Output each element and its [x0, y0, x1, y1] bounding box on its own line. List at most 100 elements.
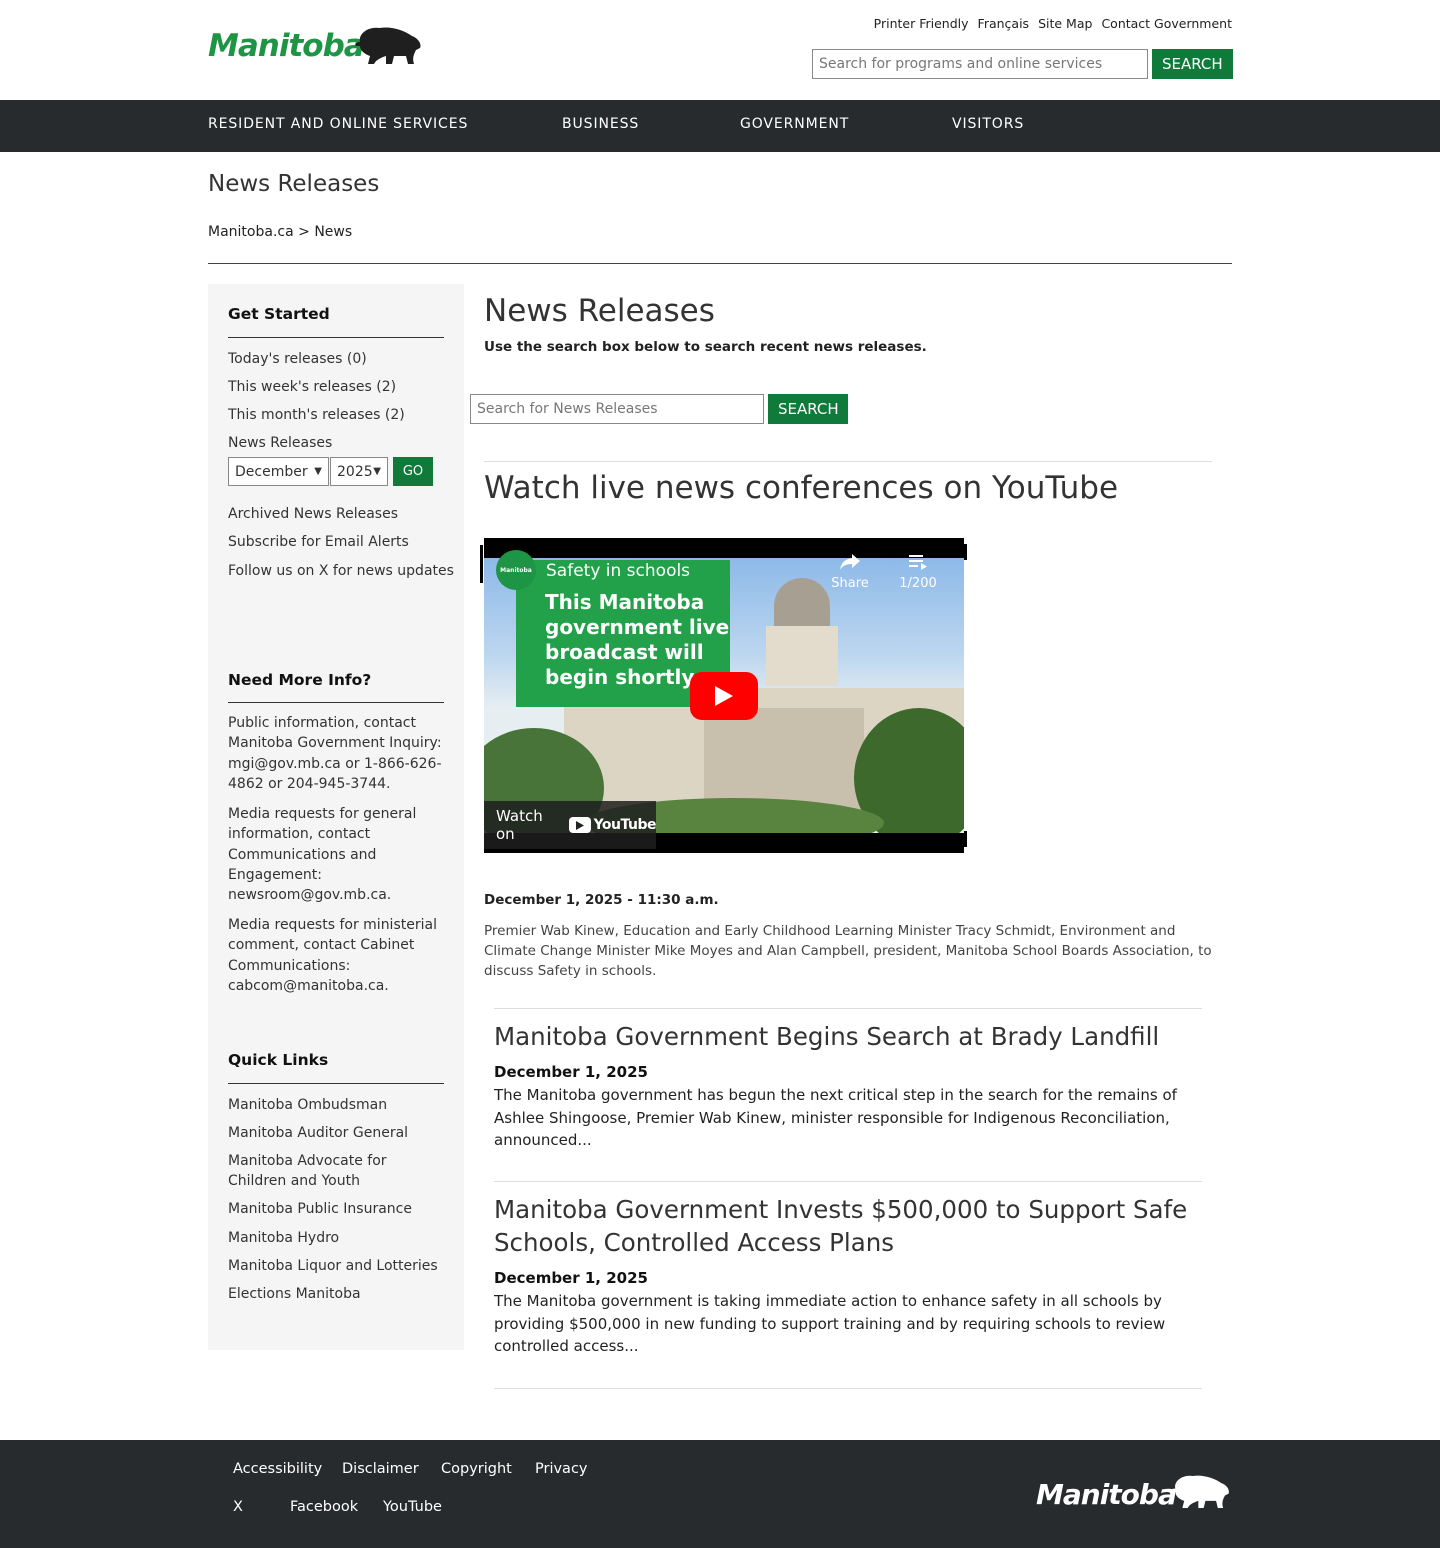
section-divider [494, 1181, 1202, 1182]
manitoba-logo[interactable]: Manitoba [208, 24, 424, 70]
news-search: SEARCH [470, 394, 848, 424]
x-link[interactable]: X [233, 1499, 243, 1515]
privacy-link[interactable]: Privacy [535, 1461, 588, 1477]
main-nav: RESIDENT AND ONLINE SERVICES BUSINESS GO… [0, 100, 1440, 152]
site-search-button[interactable]: SEARCH [1152, 49, 1233, 79]
video-title[interactable]: Safety in schools [546, 561, 690, 581]
advocate-children-link[interactable]: Manitoba Advocate for Children and Youth [228, 1151, 448, 1191]
disclaimer-link[interactable]: Disclaimer [342, 1461, 419, 1477]
accessibility-link[interactable]: Accessibility [233, 1461, 322, 1477]
event-description: Premier Wab Kinew, Education and Early C… [484, 923, 1212, 980]
nav-item-resident[interactable]: RESIDENT AND ONLINE SERVICES [208, 116, 468, 132]
months-releases-link[interactable]: This month's releases (2) [228, 405, 448, 425]
nav-item-government[interactable]: GOVERNMENT [740, 116, 849, 132]
youtube-play-icon [568, 817, 591, 833]
ombudsman-link[interactable]: Manitoba Ombudsman [228, 1095, 448, 1115]
news-search-button[interactable]: SEARCH [768, 394, 848, 424]
news-article: Manitoba Government Begins Search at Bra… [494, 1020, 1194, 1152]
resize-handle [964, 544, 967, 560]
news-search-input[interactable] [470, 394, 764, 424]
chevron-down-icon: ▼ [373, 466, 381, 477]
sidebar-divider [228, 337, 444, 338]
month-select[interactable]: December ▼ [228, 457, 329, 486]
section-divider [494, 1388, 1202, 1389]
weeks-releases-link[interactable]: This week's releases (2) [228, 377, 448, 397]
site-footer: Accessibility Disclaimer Copyright Priva… [0, 1440, 1440, 1548]
bison-icon [355, 27, 421, 64]
sidebar: Get Started Today's releases (0) This we… [208, 284, 464, 1350]
article-title-link[interactable]: Manitoba Government Begins Search at Bra… [494, 1020, 1194, 1053]
facebook-link[interactable]: Facebook [290, 1499, 358, 1515]
utility-links: Printer Friendly Français Site Map Conta… [874, 16, 1232, 31]
year-select-value: 2025 [337, 463, 373, 480]
article-date: December 1, 2025 [494, 1269, 648, 1287]
elections-link[interactable]: Elections Manitoba [228, 1284, 448, 1304]
auditor-general-link[interactable]: Manitoba Auditor General [228, 1123, 448, 1143]
media-general-text: Media requests for general information, … [228, 806, 417, 904]
breadcrumb-news-link[interactable]: News [314, 224, 352, 240]
subscribe-alerts-link[interactable]: Subscribe for Email Alerts [228, 532, 448, 552]
section-divider [484, 461, 1212, 462]
hydro-link[interactable]: Manitoba Hydro [228, 1228, 448, 1248]
resize-handle [480, 545, 483, 583]
play-icon [715, 686, 733, 706]
page-title: News Releases [208, 171, 380, 197]
nav-item-business[interactable]: BUSINESS [562, 116, 639, 132]
share-label: Share [831, 576, 869, 591]
youtube-link[interactable]: YouTube [383, 1499, 442, 1515]
sidebar-divider [228, 1083, 444, 1084]
quick-links-heading: Quick Links [228, 1051, 329, 1069]
main-subtitle: Use the search box below to search recen… [484, 339, 927, 355]
playlist-count: 1/200 [899, 576, 937, 591]
get-started-heading: Get Started [228, 305, 330, 323]
playlist-button[interactable]: 1/200 [896, 552, 940, 591]
youtube-logo: YouTube [568, 817, 657, 833]
resize-handle [964, 831, 967, 847]
archived-releases-link[interactable]: Archived News Releases [228, 504, 448, 524]
site-search-input[interactable] [812, 49, 1148, 79]
site-header: Manitoba Printer Friendly Français Site … [0, 0, 1440, 100]
go-button[interactable]: GO [393, 457, 433, 486]
breadcrumb: Manitoba.ca > News [208, 224, 352, 240]
watch-on-youtube-button[interactable]: Watch on YouTube [484, 801, 657, 849]
logo-wordmark: Manitoba [208, 28, 365, 64]
site-search: SEARCH [812, 49, 1233, 79]
share-icon [840, 554, 860, 570]
main-title: News Releases [484, 293, 715, 329]
todays-releases-link[interactable]: Today's releases (0) [228, 349, 448, 369]
printer-friendly-link[interactable]: Printer Friendly [874, 16, 969, 31]
chevron-down-icon: ▼ [314, 466, 322, 477]
copyright-link[interactable]: Copyright [441, 1461, 512, 1477]
month-select-value: December [235, 463, 308, 480]
more-info-heading: Need More Info? [228, 671, 372, 689]
year-select[interactable]: 2025 ▼ [330, 457, 388, 486]
contact-government-link[interactable]: Contact Government [1101, 16, 1232, 31]
media-ministerial-text: Media requests for ministerial comment, … [228, 917, 437, 994]
share-button[interactable]: Share [830, 552, 870, 591]
public-insurance-link[interactable]: Manitoba Public Insurance [228, 1199, 448, 1219]
play-button[interactable] [690, 672, 758, 720]
watch-on-label: Watch on [496, 807, 543, 843]
youtube-wordmark: YouTube [593, 817, 657, 833]
site-map-link[interactable]: Site Map [1038, 16, 1092, 31]
youtube-embed[interactable]: This Manitoba government live broadcast … [484, 538, 964, 853]
liquor-lotteries-link[interactable]: Manitoba Liquor and Lotteries [228, 1256, 448, 1276]
article-title-link[interactable]: Manitoba Government Invests $500,000 to … [494, 1193, 1194, 1259]
news-article: Manitoba Government Invests $500,000 to … [494, 1193, 1194, 1358]
youtube-heading: Watch live news conferences on YouTube [484, 470, 1119, 506]
follow-x-link[interactable]: Follow us on X for news updates [228, 561, 458, 581]
public-info-text: Public information, contact Manitoba Gov… [228, 715, 442, 792]
footer-manitoba-logo[interactable]: Manitoba [1036, 1472, 1232, 1514]
article-summary: The Manitoba government is taking immedi… [494, 1292, 1166, 1355]
nav-item-visitors[interactable]: VISITORS [952, 116, 1024, 132]
breadcrumb-home-link[interactable]: Manitoba.ca [208, 224, 294, 240]
tower-shape [766, 626, 838, 686]
sidebar-divider [228, 702, 444, 703]
article-date: December 1, 2025 [494, 1063, 648, 1081]
playlist-icon [909, 555, 927, 570]
francais-link[interactable]: Français [978, 16, 1030, 31]
channel-avatar[interactable]: Manitoba [496, 550, 536, 590]
footer-logo-wordmark: Manitoba [1036, 1478, 1177, 1511]
bison-icon [1171, 1475, 1229, 1508]
header-divider [208, 263, 1232, 264]
